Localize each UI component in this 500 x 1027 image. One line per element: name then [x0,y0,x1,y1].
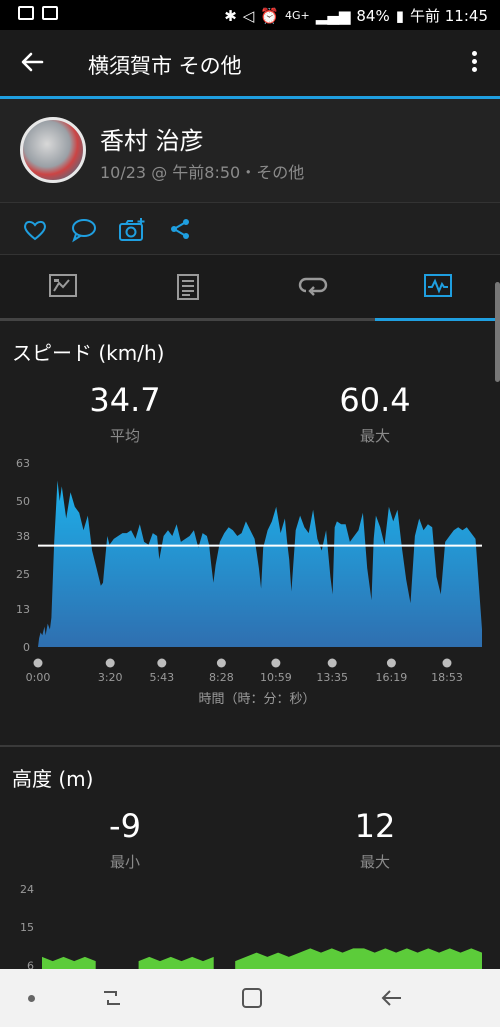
speed-xtick-dot [105,658,115,668]
home-icon[interactable] [240,986,264,1010]
tab-bar [0,255,500,321]
status-right: ✱ ◁ ⏰ 4G+ ▂▄▆ 84% ▮ 午前 11:45 [224,5,488,26]
speed-xtick-label: 5:43 [149,671,174,684]
speed-average-label: 平均 [109,427,140,445]
speed-xtick-label: 8:28 [209,671,234,684]
alarm-icon: ⏰ [260,6,280,25]
speed-section: スピード (km/h) 34.7 平均 60.4 最大 0 13 25 38 50 63 0… [0,321,500,746]
status-bar: ✱ ◁ ⏰ 4G+ ▂▄▆ 84% ▮ 午前 11:45 [0,0,500,30]
tab-charts[interactable] [375,255,500,318]
share-icon[interactable] [168,217,194,243]
profile-header: 香村 治彦 10/23 @ 午前8:50・その他 [0,99,500,203]
signal-icon: ▂▄▆ [315,6,351,25]
altitude-title: 高度 (m) [12,767,94,791]
bluetooth-icon: ✱ [224,6,237,25]
recents-icon[interactable] [100,986,124,1010]
speed-xtick-label: 3:20 [98,671,123,684]
speed-title: スピード (km/h) [12,341,165,365]
speed-max-label: 最大 [359,427,390,445]
speed-ytick-label: 13 [16,603,30,616]
battery-icon: ▮ [395,6,404,25]
mute-icon: ◁ [242,6,255,25]
speed-xtick-label: 18:53 [431,671,463,684]
speed-xtick-label: 13:35 [316,671,348,684]
gallery-notification-icon [18,6,34,20]
altitude-min-label: 最小 [109,853,140,871]
avatar[interactable] [20,117,86,183]
activity-title: 横須賀市 その他 [88,54,242,78]
chart-card-icon [49,274,77,297]
altitude-area [42,956,96,969]
screenshot-notification-icon [42,6,58,20]
action-bar [0,203,500,255]
speed-xtick-dot [33,658,43,668]
tab-details[interactable] [125,255,250,318]
clock: 午前 11:45 [410,7,488,25]
speed-average-value: 34.7 [89,381,161,419]
nav-dot-icon [28,995,35,1002]
speed-xtick-dot [386,658,396,668]
altitude-max-label: 最大 [359,853,390,871]
add-photo-icon[interactable] [118,217,145,243]
document-icon [177,274,199,300]
speed-xtick-dot [442,658,452,668]
speed-max-value: 60.4 [339,381,411,419]
back-arrow-icon[interactable] [18,48,50,80]
speed-xtick-dot [327,658,337,668]
lte-indicator: 4G+ [285,9,310,22]
speed-ytick-label: 50 [16,495,30,508]
comment-icon[interactable] [70,217,96,243]
altitude-min-value: -9 [109,807,141,845]
app-bar: 横須賀市 その他 [0,30,500,96]
speed-xaxis-title: 時間（時：分：秒） [198,692,315,707]
speed-area [38,480,482,647]
speed-chart: 0 13 25 38 50 63 0:00 3:20 5:43 8:28 10:59 13:35 16:… [16,457,482,707]
speed-xtick-dot [157,658,167,668]
user-name[interactable]: 香村 治彦 [100,121,204,156]
scrollbar-thumb[interactable] [495,282,500,382]
speed-ytick-label: 38 [16,530,30,543]
more-options-icon[interactable] [466,48,482,80]
like-heart-icon[interactable] [22,217,48,243]
speed-xtick-label: 16:19 [376,671,408,684]
battery-percent: 84% [356,6,390,25]
altitude-ytick-label: 15 [20,921,34,934]
speed-xtick-dot [216,658,226,668]
nav-back-icon[interactable] [380,986,404,1010]
status-left-icons [18,6,58,20]
altitude-chart: 6 15 24 [20,883,482,969]
altitude-ytick-label: 24 [20,883,34,896]
speed-xtick-label: 0:00 [26,671,51,684]
speed-xtick-label: 10:59 [260,671,292,684]
altitude-section: 高度 (m) -9 最小 12 最大 6 15 24 [0,747,500,969]
altitude-area [235,948,482,969]
activity-meta: 10/23 @ 午前8:50・その他 [100,163,305,182]
loop-icon [298,277,328,296]
altitude-ytick-label: 6 [27,959,34,969]
altitude-area [138,956,214,969]
speed-xtick-dot [271,658,281,668]
altitude-max-value: 12 [354,807,396,845]
speed-ytick-label: 0 [23,641,30,654]
graph-icon [424,274,452,297]
tab-laps[interactable] [250,255,375,318]
speed-ytick-label: 25 [16,568,30,581]
tab-overview[interactable] [0,255,125,318]
speed-ytick-label: 63 [16,457,30,470]
system-nav-bar [0,969,500,1027]
